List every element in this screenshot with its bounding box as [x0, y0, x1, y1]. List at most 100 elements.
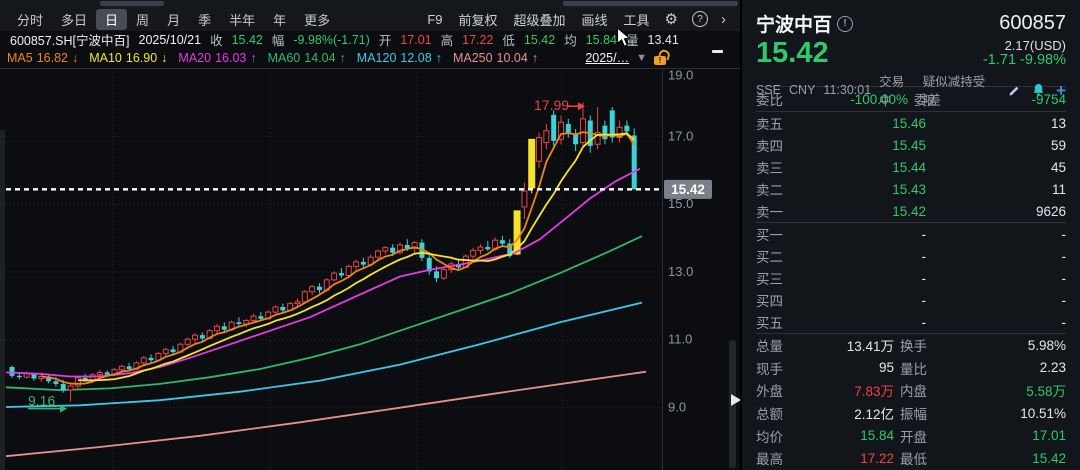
infobar-field-10: 低	[502, 30, 515, 49]
ma-value: 12.08	[400, 51, 431, 65]
tab-period-半年[interactable]: 半年	[220, 9, 264, 30]
stat-row-3: 总额2.12亿振幅10.51%	[756, 402, 1066, 425]
ma-legend-MA10: MA10 16.90 ↓	[89, 51, 167, 65]
buy-price[interactable]: -	[816, 249, 926, 264]
stat-value: 15.84	[806, 428, 894, 443]
tab-period-季[interactable]: 季	[189, 9, 220, 30]
toolbar-action-画线[interactable]: 画线	[574, 9, 616, 30]
sell-price[interactable]: 15.46	[816, 116, 926, 131]
sell-row[interactable]: 卖四15.4559	[756, 134, 1066, 156]
tab-period-更多[interactable]: 更多	[295, 9, 339, 30]
left-edge-strip[interactable]	[0, 130, 5, 470]
toolbar-action-超级叠加[interactable]: 超级叠加	[506, 9, 574, 30]
candle-body	[280, 307, 285, 310]
stat-value: 2.12亿	[806, 403, 894, 423]
buy-row[interactable]: 买三--	[756, 267, 1066, 289]
scrollbar-thumb[interactable]	[100, 1, 164, 6]
gear-icon[interactable]: ⚙	[658, 10, 685, 28]
buy-row[interactable]: 买四--	[756, 289, 1066, 311]
y-axis-tick: 13.0	[668, 264, 693, 279]
stat-label: 总量	[756, 335, 806, 355]
toolbar-action-前复权[interactable]: 前复权	[450, 9, 505, 30]
candle-body	[500, 240, 505, 243]
buy-qty: -	[926, 293, 1066, 308]
buy-row[interactable]: 买五--	[756, 311, 1066, 333]
minimize-icon[interactable]	[712, 50, 723, 53]
ma-value: 16.90	[126, 51, 157, 65]
sell-price[interactable]: 15.42	[816, 204, 926, 219]
buy-price[interactable]: -	[816, 271, 926, 286]
sell-orderbook: 卖五15.4613卖四15.4559卖三15.4445卖二15.4311卖一15…	[756, 112, 1066, 223]
candle-body	[295, 302, 300, 304]
help-icon[interactable]: ?	[692, 11, 708, 27]
candle-body	[528, 139, 535, 188]
ma-arrow-icon: ↑	[250, 51, 256, 65]
lock-body: !	[654, 56, 666, 65]
candle-body	[149, 358, 154, 360]
orange-lock-icon[interactable]: !	[654, 51, 667, 65]
quote-header: 宁波中百 ! 600857 15.42 2.17(USD) -1.71 -9.9…	[756, 7, 1066, 87]
ma-name: MA20	[178, 51, 211, 65]
candle-body	[68, 386, 73, 390]
stat-label: 最高	[756, 448, 806, 468]
sell-row[interactable]: 卖三15.4445	[756, 156, 1066, 178]
stat-row-5: 最高17.22最低15.42	[756, 447, 1066, 470]
candle-body	[478, 247, 483, 250]
sell-row[interactable]: 卖五15.4613	[756, 112, 1066, 134]
sell-level-label: 卖五	[756, 113, 816, 133]
candle-body	[185, 339, 190, 344]
candle-body	[354, 262, 359, 266]
buy-price[interactable]: -	[816, 293, 926, 308]
stat-row-0: 总量13.41万换手5.98%	[756, 334, 1066, 357]
sell-price[interactable]: 15.45	[816, 138, 926, 153]
candle-body	[339, 273, 344, 275]
infobar-field-2: 收	[210, 30, 223, 49]
sell-price[interactable]: 15.43	[816, 182, 926, 197]
tab-period-多日[interactable]: 多日	[52, 9, 96, 30]
panel-collapse-handle[interactable]	[731, 394, 741, 406]
stat-label: 现手	[756, 358, 806, 378]
buy-price[interactable]: -	[816, 315, 926, 330]
sell-row[interactable]: 卖二15.4311	[756, 178, 1066, 200]
sell-row[interactable]: 卖一15.429626	[756, 200, 1066, 222]
tab-period-日[interactable]: 日	[96, 9, 127, 30]
tab-period-分时[interactable]: 分时	[8, 9, 52, 30]
buy-price[interactable]: -	[816, 227, 926, 242]
stat-value: 7.83万	[806, 380, 894, 400]
toolbar-action-F9[interactable]: F9	[419, 11, 450, 28]
scrollbar-thumb[interactable]	[563, 1, 738, 6]
candle-body	[97, 372, 102, 374]
info-icon[interactable]: !	[837, 16, 853, 32]
candle-body	[200, 335, 205, 338]
candle-body	[390, 248, 395, 253]
candlestick-chart[interactable]: 17.999.1619.017.015.013.011.09.015.42	[0, 68, 740, 470]
buy-row[interactable]: 买一--	[756, 223, 1066, 245]
chevron-down-icon[interactable]: ▼	[636, 52, 647, 64]
buy-row[interactable]: 买二--	[756, 245, 1066, 267]
candle-body	[485, 247, 490, 249]
chart-date-dropdown[interactable]: 2025/…	[585, 51, 629, 65]
chevron-right-icon[interactable]: ›	[715, 11, 732, 28]
ma-name: MA10	[89, 51, 122, 65]
candle-body	[193, 335, 198, 339]
candle-body	[236, 322, 241, 324]
ma-arrow-icon: ↓	[161, 51, 167, 65]
ma-value: 14.04	[304, 51, 335, 65]
buy-orderbook: 买一--买二--买三--买四--买五--	[756, 223, 1066, 334]
tab-period-周[interactable]: 周	[127, 9, 158, 30]
ma-value: 16.03	[215, 51, 246, 65]
candle-body	[119, 366, 124, 369]
last-price: 15.42	[756, 38, 829, 68]
tab-period-月[interactable]: 月	[158, 9, 189, 30]
candle-body	[127, 366, 132, 369]
tab-period-年[interactable]: 年	[264, 9, 295, 30]
candle-body	[214, 326, 219, 330]
ma-legend-MA5: MA516.82↓	[7, 51, 78, 65]
candle-body	[441, 270, 446, 278]
y-axis-tick: 9.0	[668, 400, 686, 415]
sell-price[interactable]: 15.44	[816, 160, 926, 175]
stat-label: 开盘	[894, 426, 964, 446]
sell-level-label: 卖四	[756, 135, 816, 155]
app-root: 分时多日日周月季半年年更多F9前复权超级叠加画线工具⚙?› 600857.SH[…	[0, 0, 1080, 470]
sell-qty: 45	[926, 160, 1066, 175]
